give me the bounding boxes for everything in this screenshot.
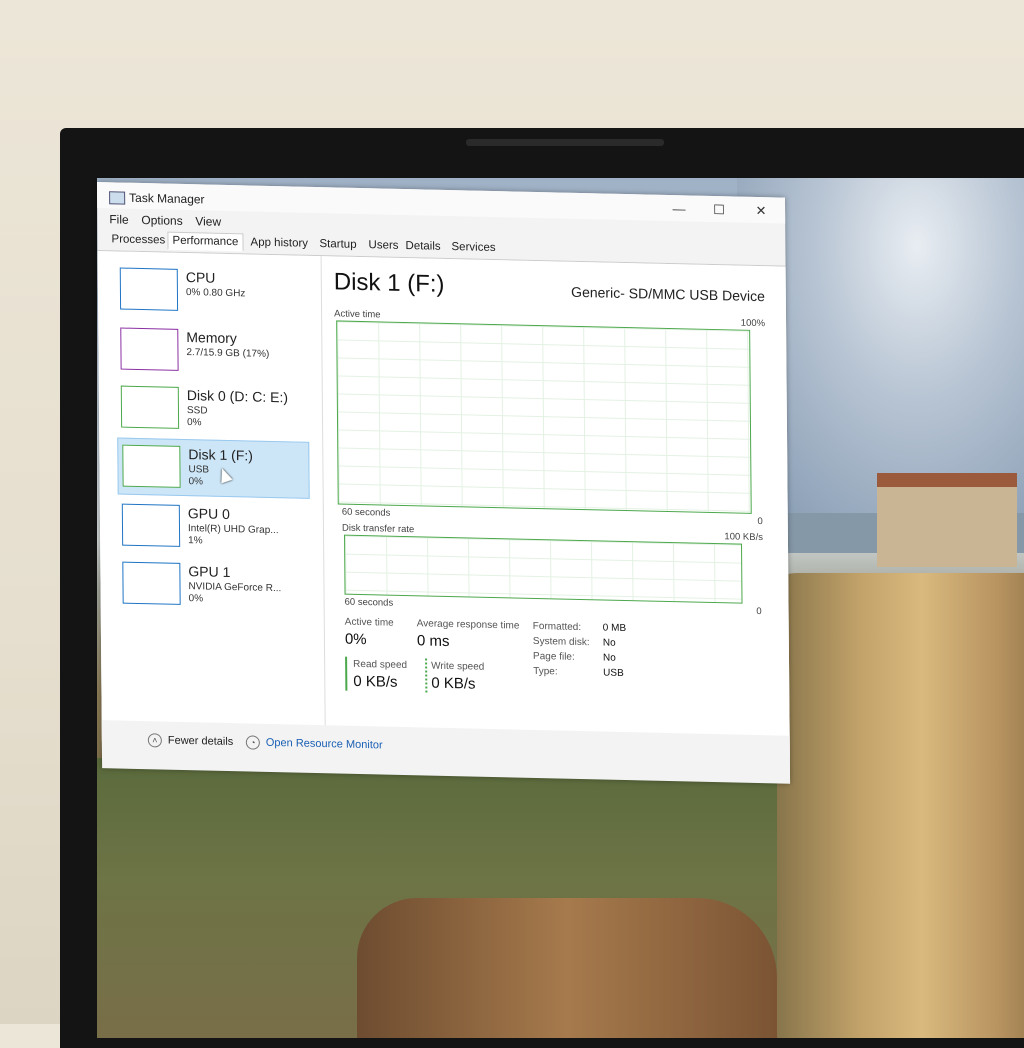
- device-detail: SSD: [186, 405, 208, 417]
- graph1-label: Active time: [334, 308, 381, 321]
- write-speed-label: Write speed: [431, 660, 485, 673]
- open-resource-monitor-link[interactable]: ◔ Open Resource Monitor: [245, 735, 383, 752]
- fewer-details-label: Fewer details: [167, 734, 234, 749]
- tab-details[interactable]: Details: [403, 240, 442, 253]
- gpu0-thumbnail-graph: [121, 503, 181, 547]
- tab-startup[interactable]: Startup: [317, 238, 358, 251]
- device-gpu-0[interactable]: GPU 0 Intel(R) UHD Grap... 1%: [118, 497, 308, 556]
- graph2-time: 60 seconds: [344, 596, 394, 609]
- device-gpu-1[interactable]: GPU 1 NVIDIA GeForce R... 0%: [118, 555, 308, 614]
- chevron-up-icon: ˄: [147, 733, 162, 748]
- close-button[interactable]: ✕: [745, 203, 777, 222]
- window-title: Task Manager: [129, 190, 205, 207]
- device-name: CPU: [185, 269, 216, 286]
- device-title: Disk 1 (F:): [333, 268, 445, 298]
- device-disk-0[interactable]: Disk 0 (D: C: E:) SSD 0%: [117, 379, 307, 438]
- device-detail: NVIDIA GeForce R...: [188, 581, 282, 595]
- tab-app-history[interactable]: App history: [248, 236, 310, 249]
- gpu1-thumbnail-graph: [122, 561, 181, 605]
- device-detail: USB: [188, 464, 210, 476]
- tab-services[interactable]: Services: [449, 241, 497, 254]
- transfer-rate-graph: [344, 534, 743, 604]
- device-usage: 0%: [188, 593, 204, 605]
- device-usage: 0%: [187, 417, 202, 429]
- maximize-button[interactable]: ☐: [703, 202, 735, 221]
- menu-view[interactable]: View: [195, 214, 221, 229]
- type-value: USB: [603, 667, 624, 679]
- avg-response-label: Average response time: [416, 618, 520, 632]
- device-list: CPU 0% 0.80 GHz Memory 2.7/15.9 GB (17%)…: [98, 251, 322, 746]
- avg-response-value: 0 ms: [416, 632, 450, 651]
- webcam-bar: [466, 139, 664, 146]
- wallpaper-rock: [357, 898, 777, 1038]
- device-memory[interactable]: Memory 2.7/15.9 GB (17%): [116, 321, 306, 380]
- device-name: Memory: [186, 329, 237, 347]
- disk0-thumbnail-graph: [120, 385, 180, 429]
- read-speed-indicator: [345, 656, 348, 691]
- disk-detail-pane: Disk 1 (F:) Generic- SD/MMC USB Device A…: [330, 256, 779, 756]
- graph2-label: Disk transfer rate: [341, 522, 415, 536]
- page-file-value: No: [602, 652, 616, 664]
- wallpaper-cliff: [757, 573, 1024, 1038]
- graph2-max: 100 KB/s: [724, 531, 763, 544]
- resource-monitor-icon: ◔: [245, 735, 260, 750]
- read-speed-label: Read speed: [353, 658, 408, 672]
- mouse-cursor-icon: [216, 466, 233, 484]
- type-label: Type:: [533, 665, 558, 678]
- fewer-details-button[interactable]: ˄ Fewer details: [147, 733, 234, 749]
- device-cpu[interactable]: CPU 0% 0.80 GHz: [116, 261, 306, 320]
- open-resource-monitor-label: Open Resource Monitor: [265, 736, 383, 752]
- device-detail: 0% 0.80 GHz: [185, 287, 246, 300]
- tab-processes[interactable]: Processes: [109, 233, 167, 246]
- tab-users[interactable]: Users: [366, 239, 400, 252]
- graph2-min: 0: [756, 605, 762, 618]
- memory-thumbnail-graph: [120, 327, 179, 371]
- panel-divider[interactable]: [320, 256, 326, 737]
- performance-panel: CPU 0% 0.80 GHz Memory 2.7/15.9 GB (17%)…: [97, 251, 790, 757]
- page-file-label: Page file:: [532, 650, 575, 663]
- read-speed-value: 0 KB/s: [353, 672, 398, 691]
- menu-options[interactable]: Options: [141, 213, 182, 228]
- device-disk-1[interactable]: Disk 1 (F:) USB 0%: [117, 437, 310, 499]
- device-usage: 1%: [188, 535, 203, 547]
- active-time-value: 0%: [344, 630, 367, 649]
- device-name: GPU 1: [188, 563, 231, 581]
- device-name: Disk 1 (F:): [188, 446, 253, 464]
- device-model: Generic- SD/MMC USB Device: [571, 283, 765, 305]
- device-usage: 0%: [188, 476, 204, 488]
- system-disk-label: System disk:: [532, 635, 590, 649]
- active-time-graph: [336, 320, 752, 514]
- device-detail: 2.7/15.9 GB (17%): [186, 347, 270, 360]
- write-speed-indicator: [425, 658, 428, 693]
- disk1-thumbnail-graph: [122, 444, 181, 488]
- graph1-max: 100%: [740, 317, 766, 330]
- graph1-min: 0: [757, 516, 763, 528]
- device-name: GPU 0: [187, 505, 230, 523]
- device-name: Disk 0 (D: C: E:): [186, 387, 289, 406]
- cpu-thumbnail-graph: [119, 267, 179, 311]
- formatted-label: Formatted:: [532, 620, 582, 634]
- task-manager-icon: [109, 191, 126, 205]
- system-disk-value: No: [602, 637, 616, 649]
- minimize-button[interactable]: —: [663, 201, 695, 220]
- graph1-time: 60 seconds: [341, 506, 391, 519]
- active-time-label: Active time: [344, 616, 394, 629]
- tab-performance[interactable]: Performance: [167, 231, 244, 252]
- write-speed-value: 0 KB/s: [431, 674, 476, 693]
- device-detail: Intel(R) UHD Grap...: [187, 523, 279, 537]
- menu-file[interactable]: File: [109, 212, 128, 226]
- task-manager-window: Task Manager — ☐ ✕ File Options View Pro…: [97, 182, 791, 784]
- formatted-value: 0 MB: [602, 622, 627, 635]
- wallpaper-house: [877, 473, 1017, 567]
